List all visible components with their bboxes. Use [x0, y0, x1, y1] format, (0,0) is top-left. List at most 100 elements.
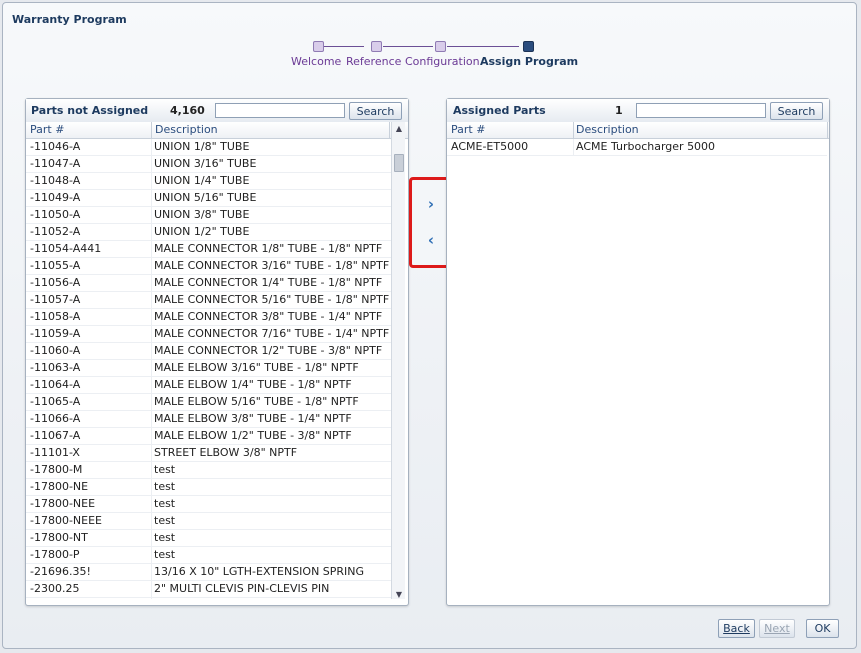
part-number-cell: -11063-A: [30, 361, 81, 374]
train-connector: [383, 46, 433, 47]
panel-title: Parts not Assigned: [31, 104, 149, 117]
column-header-part[interactable]: Part #: [451, 123, 485, 136]
part-number-cell: -11047-A: [30, 157, 81, 170]
part-number-cell: -11057-A: [30, 293, 81, 306]
part-number-cell: -11056-A: [30, 276, 81, 289]
column-header-description[interactable]: Description: [576, 123, 639, 136]
table-row[interactable]: -11063-A MALE ELBOW 3/16" TUBE - 1/8" NPT…: [26, 360, 391, 377]
table-row[interactable]: -2300.31252" MULTI CLEVIS PIN-CLEVIS PIN: [26, 598, 391, 599]
back-button[interactable]: Back: [718, 619, 755, 638]
description-cell: test: [154, 463, 176, 476]
train-connector: [447, 46, 519, 47]
table-row[interactable]: ACME-ET5000 ACME Turbocharger 5000: [447, 139, 827, 156]
part-number-cell: -17800-NEE: [30, 497, 96, 510]
unassigned-count: 4,160: [170, 104, 205, 117]
table-row[interactable]: -11048-A UNION 1/4" TUBE: [26, 173, 391, 190]
table-row[interactable]: -11067-A MALE ELBOW 1/2" TUBE - 3/8" NPTF: [26, 428, 391, 445]
train-label-assign-program: Assign Program: [480, 55, 579, 68]
scroll-thumb[interactable]: [394, 154, 404, 172]
shuttle-controls: › ‹: [409, 177, 451, 268]
part-number-cell: -17800-NEEE: [30, 514, 103, 527]
train-label-configuration[interactable]: Configuration: [405, 55, 480, 68]
unassigned-search-input[interactable]: [215, 103, 345, 118]
description-cell: MALE CONNECTOR 3/8" TUBE - 1/4" NPTF: [154, 310, 383, 323]
description-cell: MALE CONNECTOR 1/2" TUBE - 3/8" NPTF: [154, 344, 383, 357]
table-row[interactable]: -11066-A MALE ELBOW 3/8" TUBE - 1/4" NPTF: [26, 411, 391, 428]
table-row[interactable]: -11058-A MALE CONNECTOR 3/8" TUBE - 1/4" …: [26, 309, 391, 326]
chevron-right-icon[interactable]: ›: [424, 197, 438, 212]
part-number-cell: -2300.25: [30, 582, 80, 595]
window-title: Warranty Program: [12, 13, 127, 26]
table-row[interactable]: -11049-A UNION 5/16" TUBE: [26, 190, 391, 207]
table-row[interactable]: -11047-A UNION 3/16" TUBE: [26, 156, 391, 173]
description-cell: test: [154, 480, 176, 493]
warranty-program-window: Warranty Program Welcome Reference Confi…: [2, 2, 857, 649]
table-row[interactable]: -11065-A MALE ELBOW 5/16" TUBE - 1/8" NPT…: [26, 394, 391, 411]
table-row[interactable]: -11101-X STREET ELBOW 3/8" NPTF: [26, 445, 391, 462]
chevron-left-icon[interactable]: ‹: [424, 233, 438, 248]
assigned-search-input[interactable]: [636, 103, 766, 118]
description-cell: STREET ELBOW 3/8" NPTF: [154, 446, 298, 459]
wizard-train: Welcome Reference Configuration Assign P…: [3, 39, 858, 79]
parts-not-assigned-panel: Parts not Assigned 4,160 Search Part # D…: [25, 98, 409, 606]
part-number-cell: -11049-A: [30, 191, 81, 204]
assigned-parts-panel: Assigned Parts 1 Search Part # Descripti…: [446, 98, 830, 606]
part-number-cell: -11046-A: [30, 140, 81, 153]
table-row[interactable]: -17800-M test: [26, 462, 391, 479]
table-row[interactable]: -17800-NE test: [26, 479, 391, 496]
table-row[interactable]: -11064-A MALE ELBOW 1/4" TUBE - 1/8" NPTF: [26, 377, 391, 394]
table-row[interactable]: -11059-A MALE CONNECTOR 7/16" TUBE - 1/4"…: [26, 326, 391, 343]
description-cell: MALE ELBOW 5/16" TUBE - 1/8" NPTF: [154, 395, 359, 408]
vertical-scrollbar[interactable]: ▲ ▼: [391, 122, 405, 599]
description-cell: UNION 5/16" TUBE: [154, 191, 257, 204]
description-cell: MALE CONNECTOR 7/16" TUBE - 1/4" NPTF: [154, 327, 390, 340]
scroll-down-icon[interactable]: ▼: [392, 590, 406, 599]
part-number-cell: -11058-A: [30, 310, 81, 323]
part-number-cell: -11048-A: [30, 174, 81, 187]
description-cell: MALE CONNECTOR 1/4" TUBE - 1/8" NPTF: [154, 276, 383, 289]
table-row[interactable]: -11052-A UNION 1/2" TUBE: [26, 224, 391, 241]
train-stop-configuration[interactable]: [435, 41, 446, 52]
part-number-cell: -11065-A: [30, 395, 81, 408]
train-label-welcome[interactable]: Welcome: [291, 55, 341, 68]
table-row[interactable]: -11057-A MALE CONNECTOR 5/16" TUBE - 1/8"…: [26, 292, 391, 309]
assigned-search-button[interactable]: Search: [770, 102, 823, 120]
train-stop-welcome[interactable]: [313, 41, 324, 52]
train-stop-assign-program: [523, 41, 534, 52]
description-cell: MALE CONNECTOR 5/16" TUBE - 1/8" NPTF: [154, 293, 390, 306]
part-number-cell: -11055-A: [30, 259, 81, 272]
train-label-reference[interactable]: Reference: [346, 55, 401, 68]
part-number-cell: -17800-NT: [30, 531, 88, 544]
part-number-cell: -21696.35!: [30, 565, 91, 578]
table-row[interactable]: -11050-A UNION 3/8" TUBE: [26, 207, 391, 224]
table-row[interactable]: -11046-A UNION 1/8" TUBE: [26, 139, 391, 156]
table-row[interactable]: -2300.25 2" MULTI CLEVIS PIN-CLEVIS PIN: [26, 581, 391, 598]
scroll-up-icon[interactable]: ▲: [392, 124, 406, 133]
description-cell: UNION 1/4" TUBE: [154, 174, 250, 187]
table-row[interactable]: -21696.35! 13/16 X 10" LGTH-EXTENSION SPR…: [26, 564, 391, 581]
description-cell: UNION 1/2" TUBE: [154, 225, 250, 238]
assigned-table-body: ACME-ET5000 ACME Turbocharger 5000: [447, 139, 827, 599]
table-row[interactable]: -11060-A MALE CONNECTOR 1/2" TUBE - 3/8" …: [26, 343, 391, 360]
description-cell: test: [154, 531, 176, 544]
panel-header: Assigned Parts 1 Search: [447, 99, 829, 123]
next-button: Next: [759, 619, 795, 638]
train-stop-reference[interactable]: [371, 41, 382, 52]
ok-button[interactable]: OK: [806, 619, 839, 638]
table-row[interactable]: -11054-A441 MALE CONNECTOR 1/8" TUBE - 1/…: [26, 241, 391, 258]
description-cell: UNION 1/8" TUBE: [154, 140, 250, 153]
train-connector: [324, 46, 364, 47]
description-cell: MALE ELBOW 1/4" TUBE - 1/8" NPTF: [154, 378, 352, 391]
table-row[interactable]: -17800-P test: [26, 547, 391, 564]
part-number-cell: -11060-A: [30, 344, 81, 357]
table-row[interactable]: -11055-A MALE CONNECTOR 3/16" TUBE - 1/8"…: [26, 258, 391, 275]
unassigned-search-button[interactable]: Search: [349, 102, 402, 120]
part-number-cell: -11059-A: [30, 327, 81, 340]
table-row[interactable]: -17800-NEEE test: [26, 513, 391, 530]
column-header-description[interactable]: Description: [155, 123, 218, 136]
table-row[interactable]: -17800-NT test: [26, 530, 391, 547]
table-header: Part # Description: [447, 122, 829, 139]
column-header-part[interactable]: Part #: [30, 123, 64, 136]
table-row[interactable]: -11056-A MALE CONNECTOR 1/4" TUBE - 1/8" …: [26, 275, 391, 292]
table-row[interactable]: -17800-NEE test: [26, 496, 391, 513]
